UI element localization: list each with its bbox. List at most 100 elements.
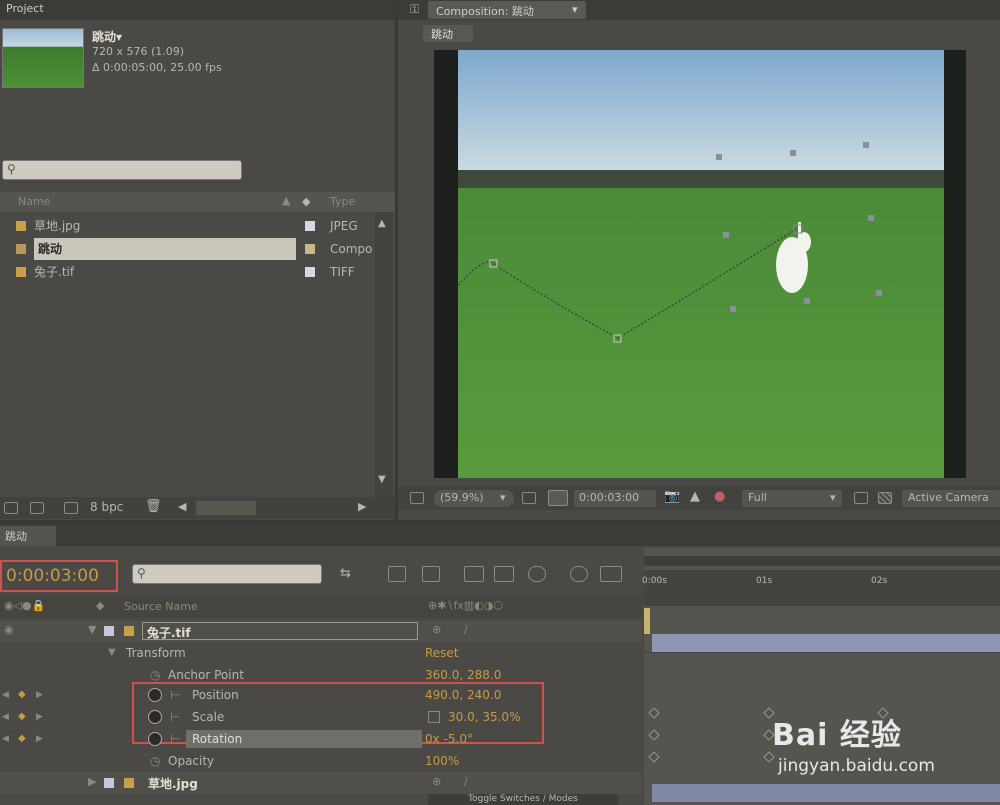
timeline-tab[interactable]: 跳动 — [0, 526, 56, 546]
quality-icon[interactable]: ∕ — [464, 775, 468, 788]
bound-handle[interactable] — [790, 150, 796, 156]
comp-mini-flowchart-icon[interactable]: ⇆ — [340, 566, 351, 581]
stopwatch-active-icon[interactable] — [148, 732, 162, 746]
next-keyframe-icon[interactable]: ▶ — [36, 684, 43, 706]
source-name-header[interactable]: Source Name — [124, 600, 198, 613]
label-color-chip[interactable] — [305, 221, 315, 231]
scroll-left-icon[interactable]: ◀ — [178, 500, 186, 513]
scroll-right-icon[interactable]: ▶ — [358, 500, 366, 513]
fast-previews-icon[interactable] — [854, 492, 868, 504]
timeline-search-input[interactable]: ⚲ — [132, 564, 322, 584]
scroll-up-icon[interactable]: ▲ — [378, 218, 386, 229]
constrain-proportions-icon[interactable] — [428, 711, 440, 723]
show-snapshot-icon[interactable]: ▲ — [690, 489, 700, 504]
motion-blur-icon[interactable] — [528, 566, 546, 582]
label-color-chip[interactable] — [305, 244, 315, 254]
prev-keyframe-icon[interactable]: ◀ — [2, 684, 9, 706]
graph-toggle-icon[interactable]: ⊢ — [170, 728, 180, 750]
twirl-open-icon[interactable]: ▼ — [88, 623, 96, 636]
transparency-grid-icon[interactable] — [878, 492, 892, 504]
graph-toggle-icon[interactable]: ⊢ — [170, 684, 180, 706]
scroll-down-icon[interactable]: ▼ — [378, 474, 386, 485]
bound-handle[interactable] — [868, 215, 874, 221]
horizontal-scroll-thumb[interactable] — [196, 501, 256, 515]
graph-toggle-icon[interactable]: ⊢ — [170, 706, 180, 728]
label-color-chip[interactable] — [305, 267, 315, 277]
region-of-interest-icon[interactable] — [548, 490, 568, 506]
scale-value[interactable]: 30.0, 35.0% — [448, 706, 520, 728]
current-time-indicator[interactable] — [644, 608, 650, 634]
eye-icon[interactable]: ◉ — [4, 623, 14, 636]
work-area-bar[interactable] — [644, 556, 1000, 566]
comp-subtab[interactable]: 跳动 — [423, 25, 473, 42]
bound-handle[interactable] — [876, 290, 882, 296]
label-tag-icon[interactable]: ◆ — [302, 195, 310, 208]
position-row[interactable]: ◀ ◆ ▶ ⊢ Position 490.0, 240.0 — [0, 684, 642, 706]
snapshot-camera-icon[interactable]: 📷 — [664, 489, 680, 504]
toggle-switches-modes-button[interactable]: Toggle Switches / Modes — [428, 794, 618, 805]
new-folder-icon[interactable] — [30, 502, 44, 514]
layer-name-field[interactable]: 兔子.tif — [142, 622, 418, 640]
comp-viewer[interactable] — [434, 50, 966, 478]
layer-duration-bar-rabbit[interactable] — [652, 634, 1000, 652]
type-column-header[interactable]: Type — [330, 195, 355, 208]
quality-icon[interactable]: ∕ — [464, 623, 468, 636]
prev-keyframe-icon[interactable]: ◀ — [2, 706, 9, 728]
project-search-input[interactable]: ⚲ — [2, 160, 242, 180]
project-scrollbar[interactable]: ▲ ▼ — [375, 212, 393, 497]
graph-editor-icon[interactable] — [600, 566, 622, 582]
position-value[interactable]: 490.0, 240.0 — [425, 684, 501, 706]
bound-handle[interactable] — [863, 142, 869, 148]
time-ruler[interactable]: 0:00s 01s 02s — [642, 570, 1000, 606]
stopwatch-active-icon[interactable] — [148, 688, 162, 702]
composition-tab[interactable]: Composition: 跳动 ▾ — [428, 1, 586, 19]
bpc-label[interactable]: 8 bpc — [90, 500, 123, 514]
add-keyframe-icon[interactable]: ◆ — [18, 684, 26, 706]
channels-icon[interactable]: ● — [714, 489, 725, 504]
opacity-row[interactable]: ◷ Opacity 100% — [0, 750, 642, 772]
live-update-icon[interactable] — [388, 566, 406, 582]
brainstorm-icon[interactable] — [570, 566, 588, 582]
project-item-comp[interactable]: 跳动 Compo — [0, 238, 395, 260]
new-comp-icon[interactable] — [64, 502, 78, 514]
bound-handle[interactable] — [723, 232, 729, 238]
always-preview-icon[interactable] — [410, 492, 424, 504]
twirl-open-icon[interactable]: ▼ — [108, 642, 116, 664]
stopwatch-active-icon[interactable] — [148, 710, 162, 724]
safe-margins-icon[interactable] — [522, 492, 536, 504]
draft-3d-icon[interactable] — [422, 566, 440, 582]
current-time-field[interactable]: 0:00:03:00 — [574, 490, 656, 507]
layer-name[interactable]: 草地.jpg — [148, 775, 198, 792]
label-color-chip[interactable] — [104, 778, 114, 788]
reset-link[interactable]: Reset — [425, 642, 459, 664]
scale-keyframe[interactable] — [648, 729, 660, 741]
layer-row-grass[interactable]: ▶ 草地.jpg ⊕ ∕ — [0, 772, 642, 794]
label-color-chip[interactable] — [104, 626, 114, 636]
stopwatch-icon[interactable]: ◷ — [150, 750, 160, 772]
rotation-keyframe[interactable] — [648, 751, 660, 763]
next-keyframe-icon[interactable]: ▶ — [36, 728, 43, 750]
name-column-header[interactable]: Name — [18, 195, 50, 208]
comp-name-label[interactable]: 跳动▾ — [92, 28, 122, 45]
comp-lock-icon[interactable]: ⚿ — [410, 2, 419, 17]
bound-handle[interactable] — [716, 154, 722, 160]
interpret-footage-icon[interactable] — [4, 502, 18, 514]
project-tab[interactable]: Project — [6, 2, 44, 15]
project-item-grass[interactable]: 草地.jpg JPEG — [0, 215, 395, 237]
frame-blending-icon[interactable] — [494, 566, 514, 582]
scale-row[interactable]: ◀ ◆ ▶ ⊢ Scale 30.0, 35.0% — [0, 706, 642, 728]
next-keyframe-icon[interactable]: ▶ — [36, 706, 43, 728]
transform-group[interactable]: ▼ Transform Reset — [0, 642, 642, 664]
bound-handle[interactable] — [730, 306, 736, 312]
project-item-rabbit[interactable]: 兔子.tif TIFF — [0, 261, 395, 283]
position-keyframe[interactable] — [648, 707, 660, 719]
opacity-value[interactable]: 100% — [425, 750, 459, 772]
hide-shy-layers-icon[interactable] — [464, 566, 484, 582]
magnification-dropdown[interactable]: (59.9%) ▾ — [434, 490, 514, 507]
rotation-value[interactable]: 0x -5.0° — [425, 728, 473, 750]
bound-handle[interactable] — [804, 298, 810, 304]
resolution-dropdown[interactable]: Full ▾ — [742, 490, 842, 507]
chevron-down-icon[interactable]: ▾ — [572, 3, 578, 16]
layer-row-rabbit[interactable]: ◉ ▼ 兔子.tif ⊕ ∕ — [0, 620, 642, 642]
twirl-closed-icon[interactable]: ▶ — [88, 775, 96, 788]
